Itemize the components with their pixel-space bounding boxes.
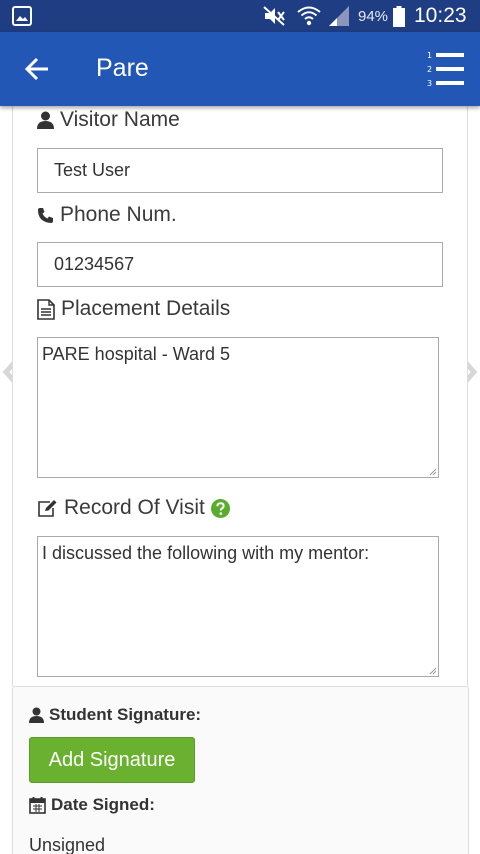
battery-icon [393, 6, 405, 27]
date-signed-value: Unsigned [29, 835, 106, 854]
resize-grip-icon[interactable] [428, 467, 437, 476]
app-title: Pare [96, 54, 149, 82]
edit-icon [38, 500, 57, 517]
add-signature-button[interactable]: Add Signature [29, 737, 195, 783]
arrow-left-icon[interactable] [24, 56, 50, 82]
numbered-list-icon[interactable]: 1 2 3 [426, 50, 466, 88]
svg-text:3: 3 [427, 79, 432, 88]
battery-percent: 94% [358, 8, 389, 25]
status-bar: 94% 10:23 [0, 0, 480, 32]
signature-card: Student Signature: Add Signature Date Si… [12, 686, 469, 854]
user-icon [37, 111, 54, 129]
clock: 10:23 [414, 4, 467, 27]
gallery-icon [12, 6, 32, 26]
student-signature-label: Student Signature: [29, 705, 201, 725]
resize-grip-icon[interactable] [428, 666, 437, 675]
phone-icon [38, 207, 53, 223]
phone-label: Phone Num. [37, 203, 177, 227]
question-circle-icon[interactable] [210, 498, 230, 518]
svg-text:1: 1 [427, 51, 432, 60]
wifi-icon [297, 6, 321, 26]
mute-icon [263, 6, 285, 26]
app-bar: Pare 1 2 3 [0, 32, 480, 106]
record-textarea[interactable]: I discussed the following with my mentor… [37, 536, 439, 677]
placement-textarea[interactable]: PARE hospital - Ward 5 [37, 337, 439, 478]
placement-label: Placement Details [37, 297, 230, 321]
date-signed-label: Date Signed: [29, 795, 155, 815]
visitor-name-label: Visitor Name [37, 108, 180, 132]
user-icon [29, 707, 44, 723]
document-icon [37, 298, 55, 320]
svg-text:2: 2 [427, 65, 432, 74]
visitor-name-input[interactable]: Test User [37, 148, 443, 193]
record-label: Record Of Visit [37, 496, 230, 520]
phone-input[interactable]: 01234567 [37, 242, 443, 287]
calendar-icon [29, 797, 46, 814]
signal-icon [329, 6, 349, 26]
